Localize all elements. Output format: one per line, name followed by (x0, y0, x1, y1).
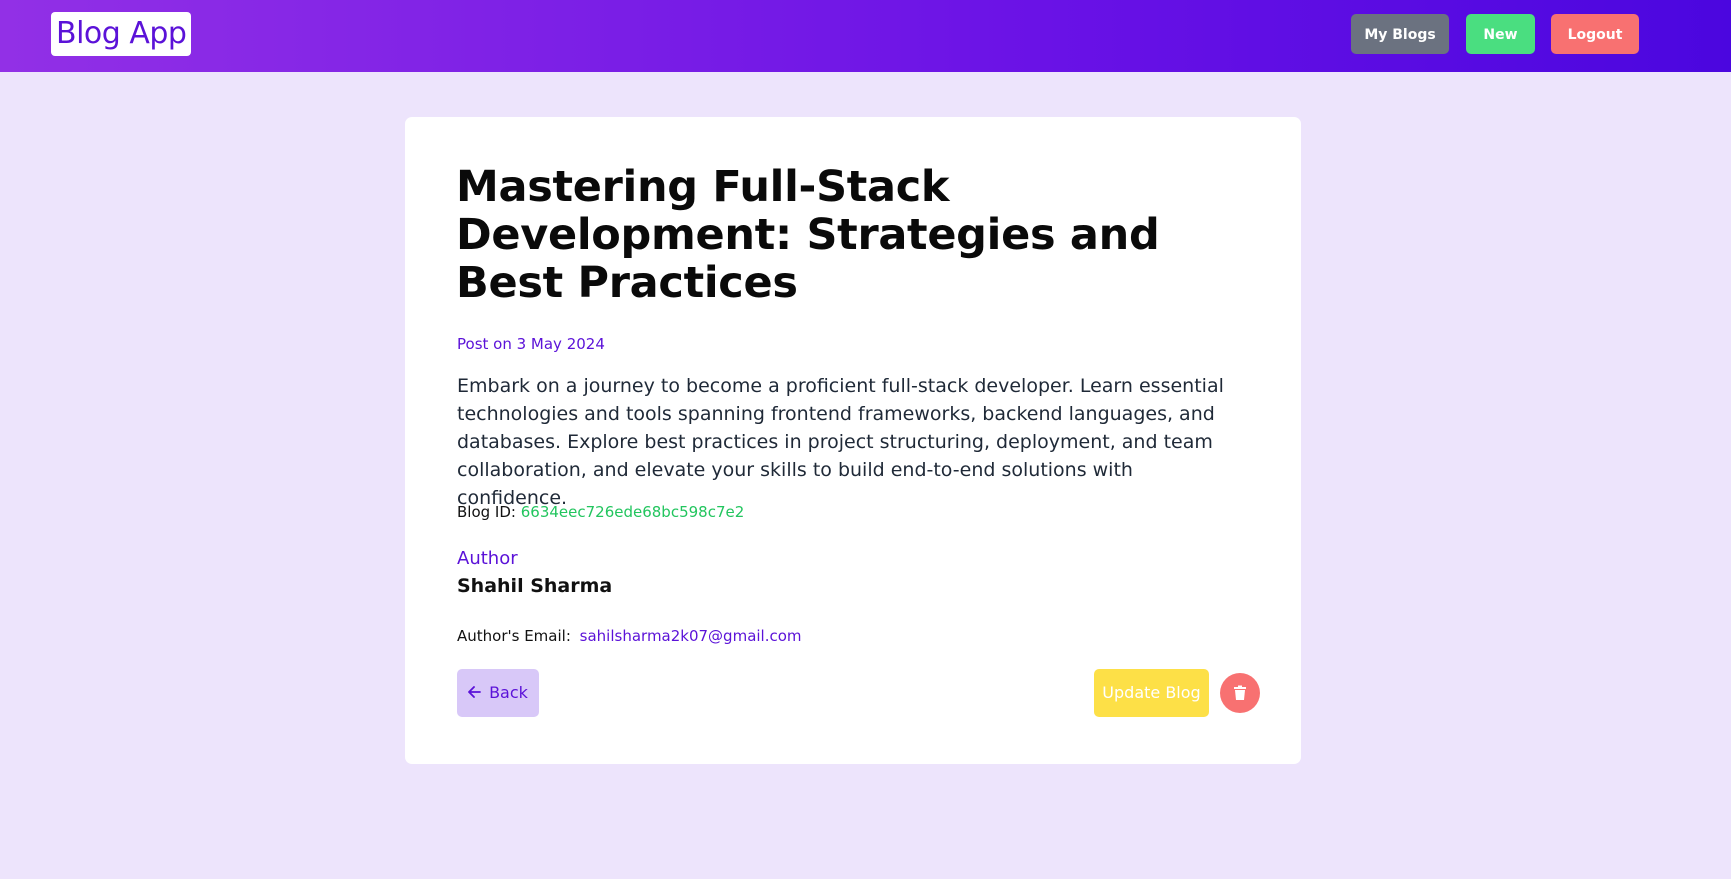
blog-title: Mastering Full-Stack Development: Strate… (456, 162, 1160, 308)
delete-blog-button[interactable] (1220, 673, 1260, 713)
blog-id-row: Blog ID: 6634eec726ede68bc598c7e2 (457, 503, 744, 521)
author-label: Author (457, 548, 518, 569)
blog-description: Embark on a journey to become a proficie… (457, 375, 1224, 509)
post-date: Post on 3 May 2024 (457, 335, 605, 353)
trash-icon (1234, 685, 1246, 700)
author-email-row: Author's Email: sahilsharma2k07@gmail.co… (457, 627, 802, 645)
my-blogs-button[interactable]: My Blogs (1351, 14, 1449, 54)
update-blog-button[interactable]: Update Blog (1094, 669, 1209, 717)
blog-detail-card: Mastering Full-Stack Development: Strate… (405, 117, 1301, 764)
blog-id-label: Blog ID: (457, 503, 516, 521)
author-name: Shahil Sharma (457, 575, 613, 597)
new-blog-button[interactable]: New (1466, 14, 1535, 54)
logout-button[interactable]: Logout (1551, 14, 1639, 54)
arrow-left-icon (468, 670, 481, 718)
back-button[interactable]: Back (457, 669, 539, 717)
author-email-link[interactable]: sahilsharma2k07@gmail.com (580, 627, 802, 645)
author-email-label: Author's Email: (457, 627, 571, 645)
top-navbar: Blog App My Blogs New Logout (0, 0, 1731, 72)
blog-id-value: 6634eec726ede68bc598c7e2 (520, 503, 745, 521)
back-button-label: Back (489, 683, 528, 702)
app-logo[interactable]: Blog App (51, 12, 192, 56)
